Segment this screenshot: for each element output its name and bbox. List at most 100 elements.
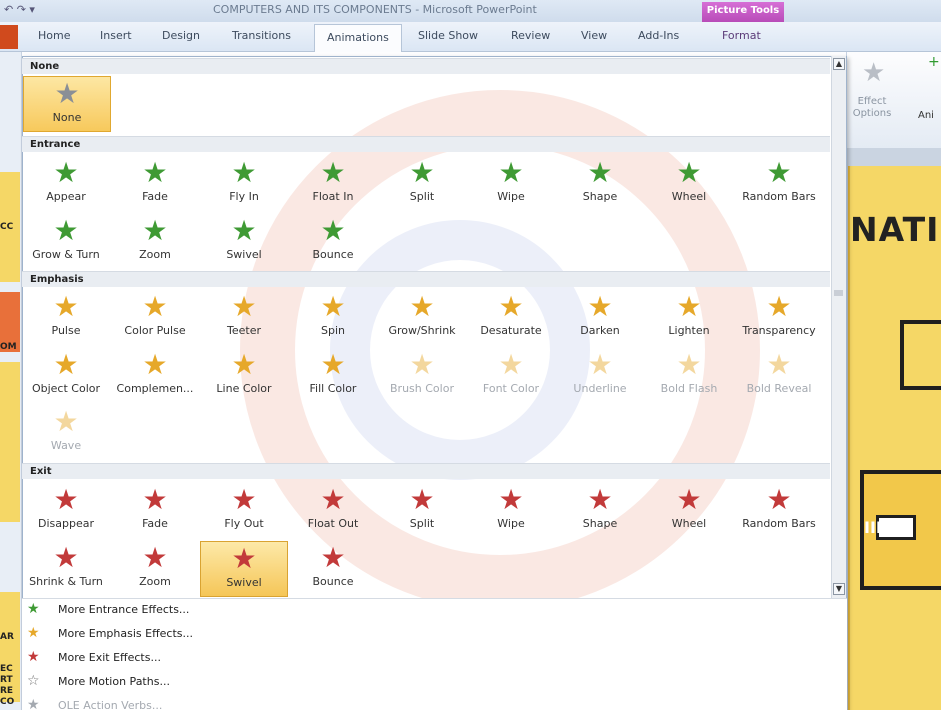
- effect-options-button[interactable]: Effect Options: [850, 96, 894, 120]
- effect-emphasis-bold-flash[interactable]: ★ Bold Flash: [645, 348, 733, 404]
- effect-label: Wave: [50, 439, 82, 452]
- effect-emphasis-font-color[interactable]: ★ Font Color: [467, 348, 555, 404]
- effect-label: Zoom: [139, 575, 171, 588]
- effect-exit-bounce[interactable]: ★ Bounce: [289, 541, 377, 597]
- add-animation-label[interactable]: Ani: [918, 110, 934, 121]
- slide-thumbnail[interactable]: [0, 532, 20, 572]
- effect-emphasis-lighten[interactable]: ★ Lighten: [645, 290, 733, 346]
- effect-exit-fade[interactable]: ★ Fade: [111, 483, 199, 539]
- effect-emphasis-wave[interactable]: ★ Wave: [22, 405, 110, 461]
- effect-emphasis-color-pulse[interactable]: ★ Color Pulse: [111, 290, 199, 346]
- effect-exit-wheel[interactable]: ★ Wheel: [645, 483, 733, 539]
- thumb-text: CC: [0, 222, 14, 232]
- exit-star-icon: ★: [27, 649, 40, 665]
- tab-view[interactable]: View: [581, 29, 607, 42]
- tab-insert[interactable]: Insert: [100, 29, 132, 42]
- scroll-down-icon[interactable]: ▼: [833, 583, 845, 595]
- tab-transitions[interactable]: Transitions: [232, 29, 291, 42]
- effect-exit-random-bars[interactable]: ★ Random Bars: [735, 483, 823, 539]
- effect-entrance-appear[interactable]: ★ Appear: [22, 156, 110, 212]
- effect-emphasis-brush-color[interactable]: ★ Brush Color: [378, 348, 466, 404]
- effect-exit-shrink-turn[interactable]: ★ Shrink & Turn: [22, 541, 110, 597]
- effect-label: Lighten: [668, 324, 710, 337]
- menu-item-more-exit-effects[interactable]: ★ More Exit Effects...: [22, 646, 322, 670]
- effect-exit-shape[interactable]: ★ Shape: [556, 483, 644, 539]
- effect-label: Bounce: [312, 575, 354, 588]
- gallery-scrollbar[interactable]: [831, 56, 846, 598]
- menu-item-more-motion-paths[interactable]: ☆ More Motion Paths...: [22, 670, 322, 694]
- effect-options-star-icon[interactable]: ★: [862, 58, 885, 88]
- scroll-up-icon[interactable]: ▲: [833, 58, 845, 70]
- effect-exit-split[interactable]: ★ Split: [378, 483, 466, 539]
- tab-design[interactable]: Design: [162, 29, 200, 42]
- menu-item-ole-action-verbs[interactable]: ★ OLE Action Verbs...: [22, 694, 322, 710]
- tab-format[interactable]: Format: [722, 29, 761, 42]
- effect-emphasis-fill-color[interactable]: ★ Fill Color: [289, 348, 377, 404]
- effect-label: Font Color: [482, 382, 540, 395]
- effect-exit-swivel[interactable]: ★ Swivel: [200, 541, 288, 597]
- effect-entrance-fly-in[interactable]: ★ Fly In: [200, 156, 288, 212]
- effect-entrance-swivel[interactable]: ★ Swivel: [200, 214, 288, 270]
- effect-exit-float-out[interactable]: ★ Float Out: [289, 483, 377, 539]
- effect-entrance-bounce[interactable]: ★ Bounce: [289, 214, 377, 270]
- effect-exit-disappear[interactable]: ★ Disappear: [22, 483, 110, 539]
- menu-item-label: More Emphasis Effects...: [58, 627, 194, 640]
- effect-entrance-zoom[interactable]: ★ Zoom: [111, 214, 199, 270]
- fly-out-star-icon: ★: [231, 483, 257, 516]
- scroll-grip[interactable]: [834, 290, 843, 296]
- slide-tower-label: IIII: [864, 518, 888, 537]
- effect-label: Fly Out: [224, 517, 264, 530]
- quick-access-toolbar[interactable]: ↶ ↷ ▾: [4, 3, 35, 16]
- complemen-star-icon: ★: [142, 348, 168, 381]
- effect-exit-fly-out[interactable]: ★ Fly Out: [200, 483, 288, 539]
- motion-path-star-icon: ☆: [27, 673, 40, 689]
- effect-emphasis-pulse[interactable]: ★ Pulse: [22, 290, 110, 346]
- effect-label: Wheel: [671, 190, 707, 203]
- effect-emphasis-bold-reveal[interactable]: ★ Bold Reveal: [735, 348, 823, 404]
- effect-exit-wipe[interactable]: ★ Wipe: [467, 483, 555, 539]
- tab-home[interactable]: Home: [38, 29, 70, 42]
- tab-review[interactable]: Review: [511, 29, 550, 42]
- effect-label: Random Bars: [742, 190, 816, 203]
- menu-item-more-entrance-effects[interactable]: ★ More Entrance Effects...: [22, 598, 322, 622]
- add-animation-plus-icon[interactable]: +: [928, 54, 940, 70]
- effect-emphasis-darken[interactable]: ★ Darken: [556, 290, 644, 346]
- effect-emphasis-object-color[interactable]: ★ Object Color: [22, 348, 110, 404]
- effect-exit-zoom[interactable]: ★ Zoom: [111, 541, 199, 597]
- file-tab[interactable]: [0, 25, 18, 49]
- section-emphasis-header: Emphasis: [22, 271, 830, 287]
- effect-label: Appear: [46, 190, 86, 203]
- effect-emphasis-spin[interactable]: ★ Spin: [289, 290, 377, 346]
- effect-none[interactable]: ★ None: [23, 76, 111, 132]
- effect-label: Float In: [312, 190, 354, 203]
- tab-slide-show[interactable]: Slide Show: [418, 29, 478, 42]
- grow-turn-star-icon: ★: [53, 214, 79, 247]
- effect-entrance-wipe[interactable]: ★ Wipe: [467, 156, 555, 212]
- effect-entrance-wheel[interactable]: ★ Wheel: [645, 156, 733, 212]
- effect-entrance-split[interactable]: ★ Split: [378, 156, 466, 212]
- effect-emphasis-complemen[interactable]: ★ Complemen...: [111, 348, 199, 404]
- menu-item-more-emphasis-effects[interactable]: ★ More Emphasis Effects...: [22, 622, 322, 646]
- effect-entrance-float-in[interactable]: ★ Float In: [289, 156, 377, 212]
- slide-thumbnail[interactable]: [0, 362, 20, 522]
- effect-entrance-grow-turn[interactable]: ★ Grow & Turn: [22, 214, 110, 270]
- effect-label: Object Color: [31, 382, 101, 395]
- effect-label: Wipe: [497, 517, 525, 530]
- slides-thumbnail-pane: CC OM AR EC RT RE CO: [0, 52, 22, 710]
- tab-animations[interactable]: Animations: [314, 24, 402, 52]
- thumb-text: RE: [0, 686, 14, 696]
- effect-emphasis-line-color[interactable]: ★ Line Color: [200, 348, 288, 404]
- effect-emphasis-grow-shrink[interactable]: ★ Grow/Shrink: [378, 290, 466, 346]
- section-exit-header: Exit: [22, 463, 830, 479]
- tab-add-ins[interactable]: Add-Ins: [638, 29, 679, 42]
- wipe-star-icon: ★: [498, 483, 524, 516]
- effect-emphasis-desaturate[interactable]: ★ Desaturate: [467, 290, 555, 346]
- effect-emphasis-underline[interactable]: ★ Underline: [556, 348, 644, 404]
- wheel-star-icon: ★: [676, 156, 702, 189]
- effect-entrance-shape[interactable]: ★ Shape: [556, 156, 644, 212]
- effect-entrance-fade[interactable]: ★ Fade: [111, 156, 199, 212]
- effect-entrance-random-bars[interactable]: ★ Random Bars: [735, 156, 823, 212]
- effect-emphasis-teeter[interactable]: ★ Teeter: [200, 290, 288, 346]
- effect-label: Transparency: [742, 324, 816, 337]
- effect-emphasis-transparency[interactable]: ★ Transparency: [735, 290, 823, 346]
